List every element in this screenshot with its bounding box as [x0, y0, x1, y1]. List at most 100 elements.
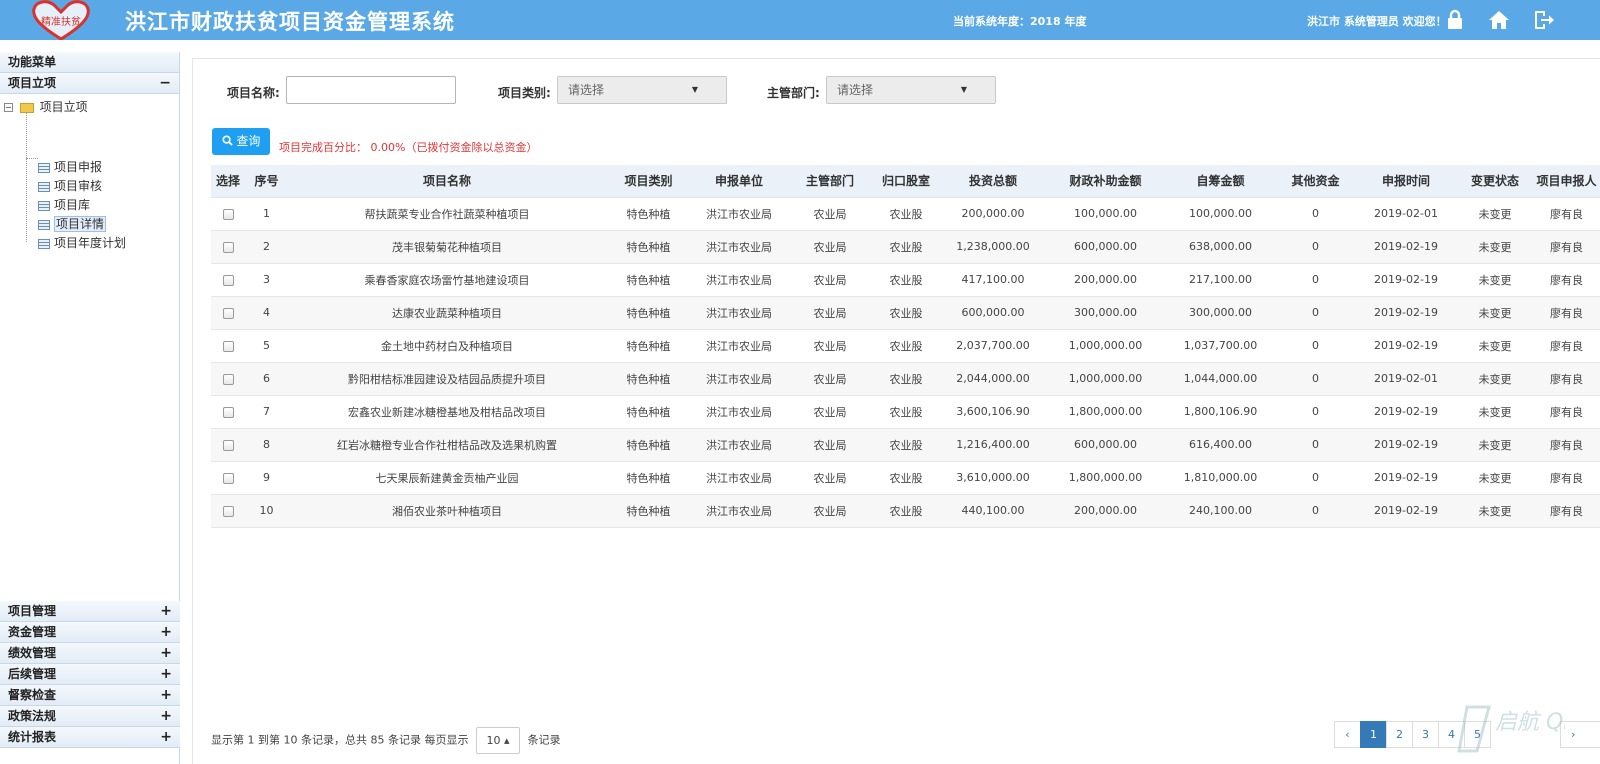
- table-cell: 宏鑫农业新建冰糖橙基地及柑桔品改项目: [288, 395, 606, 429]
- expand-icon[interactable]: +: [160, 685, 172, 706]
- logout-icon[interactable]: [1532, 8, 1556, 32]
- sidebar-groups: 项目管理 + 资金管理 + 绩效管理 + 后续管理 + 督察检查 + 政策法规 + 统计报表…: [0, 601, 180, 748]
- table-row[interactable]: 6 黔阳柑桔标准园建设及桔园品质提升项目 特色种植 洪江市农业局 农业局 农业股 2,044…: [211, 362, 1600, 396]
- sidebar-item-project-apply[interactable]: 项目申报: [38, 158, 102, 176]
- search-icon: [222, 135, 233, 146]
- table-cell: 乘春香家庭农场雷竹基地建设项目: [288, 263, 606, 297]
- row-select-cell[interactable]: [211, 362, 245, 396]
- table-cell: 2019-02-01: [1354, 362, 1458, 396]
- next-page-button[interactable]: ›: [1560, 721, 1600, 748]
- page-size-select[interactable]: 10 ▴: [475, 727, 520, 754]
- pagination-info: 显示第 1 到第 10 条记录，总共 85 条记录 每页显示 10 ▴ 条记录: [211, 727, 560, 754]
- row-checkbox[interactable]: [222, 406, 234, 418]
- table-row[interactable]: 4 达康农业蔬菜种植项目 特色种植 洪江市农业局 农业局 农业股 600,000.00 300…: [211, 296, 1600, 330]
- sidebar-item-annual-plan[interactable]: 项目年度计划: [38, 234, 126, 252]
- row-select-cell[interactable]: [211, 461, 245, 495]
- table-row[interactable]: 5 金土地中药材白及种植项目 特色种植 洪江市农业局 农业局 农业股 2,037,700.0…: [211, 329, 1600, 363]
- logo-heart-icon: 精准扶贫: [32, 0, 90, 40]
- row-select-cell[interactable]: [211, 494, 245, 528]
- row-select-cell[interactable]: [211, 395, 245, 429]
- table-row[interactable]: 8 红岩冰糖橙专业合作社柑桔品改及选果机购置 特色种植 洪江市农业局 农业局 农业股 1,2…: [211, 428, 1600, 462]
- svg-text:精准扶贫: 精准扶贫: [41, 15, 81, 28]
- row-select-cell[interactable]: [211, 197, 245, 231]
- sidebar-group-policy[interactable]: 政策法规 +: [0, 706, 180, 727]
- table-cell: 农业股: [873, 461, 939, 495]
- page-button[interactable]: 3: [1412, 721, 1439, 748]
- project-type-select[interactable]: 请选择 ▼: [557, 76, 727, 104]
- home-icon[interactable]: [1487, 8, 1511, 32]
- lock-icon[interactable]: [1443, 8, 1467, 32]
- table-cell: 廖有良: [1532, 494, 1600, 528]
- table-header-row: 选择 序号 项目名称 项目类别 申报单位 主管部门 归口股室 投资总额 财政补助金额 自筹金额 其他…: [211, 165, 1600, 198]
- table-cell: 农业股: [873, 329, 939, 363]
- row-checkbox[interactable]: [222, 208, 234, 220]
- expand-icon[interactable]: +: [160, 601, 172, 622]
- table-row[interactable]: 1 帮扶蔬菜专业合作社蔬菜种植项目 特色种植 洪江市农业局 农业局 农业股 200,000.…: [211, 197, 1600, 231]
- expand-icon[interactable]: +: [160, 727, 172, 748]
- sidebar-group-project-management[interactable]: 项目管理 +: [0, 601, 180, 622]
- table-cell: 茂丰银菊菊花种植项目: [288, 230, 606, 264]
- collapse-icon[interactable]: −: [159, 73, 171, 94]
- project-name-input[interactable]: [286, 76, 456, 104]
- table-cell: 农业局: [787, 296, 873, 330]
- table-cell: 特色种植: [606, 362, 691, 396]
- user-welcome: 洪江市 系统管理员 欢迎您！: [1307, 15, 1447, 28]
- row-checkbox[interactable]: [222, 373, 234, 385]
- top-header: 精准扶贫 洪江市财政扶贫项目资金管理系统 当前系统年度：2018 年度 洪江市 …: [0, 0, 1600, 40]
- table-cell: 600,000.00: [1047, 230, 1164, 264]
- table-cell: 达康农业蔬菜种植项目: [288, 296, 606, 330]
- sidebar-item-project-library[interactable]: 项目库: [38, 196, 90, 214]
- row-checkbox[interactable]: [222, 505, 234, 517]
- sidebar-group-follow-up[interactable]: 后续管理 +: [0, 664, 180, 685]
- row-checkbox[interactable]: [222, 472, 234, 484]
- table-row[interactable]: 9 七天果辰新建黄金贡柚产业园 特色种植 洪江市农业局 农业局 农业股 3,610,000.…: [211, 461, 1600, 495]
- table-row[interactable]: 2 茂丰银菊菊花种植项目 特色种植 洪江市农业局 农业局 农业股 1,238,000.00 6…: [211, 230, 1600, 264]
- row-select-cell[interactable]: [211, 428, 245, 462]
- table-cell: 2019-02-19: [1354, 329, 1458, 363]
- sidebar-group-performance[interactable]: 绩效管理 +: [0, 643, 180, 664]
- table-row[interactable]: 3 乘春香家庭农场雷竹基地建设项目 特色种植 洪江市农业局 农业局 农业股 417,100.…: [211, 263, 1600, 297]
- table-cell: 5: [245, 329, 288, 363]
- prev-page-button[interactable]: ‹: [1334, 721, 1361, 748]
- tree-collapse-icon[interactable]: −: [4, 103, 13, 112]
- row-checkbox[interactable]: [222, 307, 234, 319]
- page-button[interactable]: 2: [1386, 721, 1413, 748]
- menu-tree: − 项目立项 项目申报 项目审核 项目库 项目详情 项目年度计划: [0, 94, 179, 610]
- row-select-cell[interactable]: [211, 296, 245, 330]
- table-row[interactable]: 7 宏鑫农业新建冰糖橙基地及柑桔品改项目 特色种植 洪江市农业局 农业局 农业股 3,600…: [211, 395, 1600, 429]
- department-label: 主管部门:: [767, 86, 820, 100]
- query-button[interactable]: 查询: [212, 128, 270, 155]
- sidebar-group-reports[interactable]: 统计报表 +: [0, 727, 180, 748]
- sidebar-item-project-detail[interactable]: 项目详情: [38, 215, 107, 233]
- expand-icon[interactable]: +: [160, 706, 172, 727]
- sidebar-group-inspection[interactable]: 督察检查 +: [0, 685, 180, 706]
- table-cell: 0: [1277, 362, 1354, 396]
- table-cell: 600,000.00: [939, 296, 1047, 330]
- column-header: 项目名称: [288, 165, 606, 198]
- row-select-cell[interactable]: [211, 230, 245, 264]
- expand-icon[interactable]: +: [160, 622, 172, 643]
- row-checkbox[interactable]: [222, 340, 234, 352]
- table-cell: 0: [1277, 428, 1354, 462]
- row-checkbox[interactable]: [222, 274, 234, 286]
- row-select-cell[interactable]: [211, 263, 245, 297]
- table-row[interactable]: 10 湘佰农业茶叶种植项目 特色种植 洪江市农业局 农业局 农业股 440,100.00 20…: [211, 494, 1600, 528]
- expand-icon[interactable]: +: [160, 643, 172, 664]
- sidebar-group-fund-management[interactable]: 资金管理 +: [0, 622, 180, 643]
- row-checkbox[interactable]: [222, 241, 234, 253]
- menu-title: 功能菜单: [0, 52, 179, 73]
- sidebar-item-project-review[interactable]: 项目审核: [38, 177, 102, 195]
- expand-icon[interactable]: +: [160, 664, 172, 685]
- table-cell: 农业股: [873, 428, 939, 462]
- table-cell: 农业股: [873, 296, 939, 330]
- table-cell: 廖有良: [1532, 362, 1600, 396]
- table-cell: 未变更: [1458, 197, 1532, 231]
- table-cell: 1,044,000.00: [1164, 362, 1277, 396]
- sidebar-group-project-setup[interactable]: 项目立项 −: [0, 73, 179, 94]
- tree-root[interactable]: − 项目立项: [4, 98, 88, 116]
- row-checkbox[interactable]: [222, 439, 234, 451]
- page-button[interactable]: 1: [1360, 721, 1387, 748]
- row-select-cell[interactable]: [211, 329, 245, 363]
- table-cell: 洪江市农业局: [691, 296, 787, 330]
- department-select[interactable]: 请选择 ▼: [826, 76, 996, 104]
